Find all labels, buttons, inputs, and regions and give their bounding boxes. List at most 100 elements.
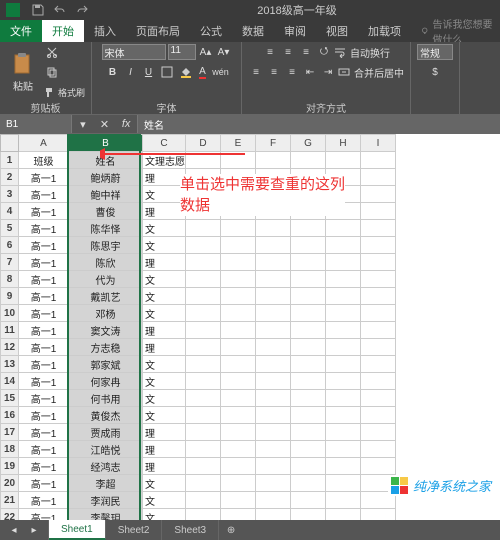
row-header[interactable]: 10	[1, 305, 19, 322]
border-button[interactable]	[159, 64, 175, 80]
cell[interactable]	[186, 407, 221, 424]
orientation-icon[interactable]: ⭯	[316, 44, 332, 60]
cell[interactable]	[326, 424, 361, 441]
cell[interactable]	[221, 169, 256, 186]
cell[interactable]	[186, 152, 221, 169]
cell[interactable]	[186, 237, 221, 254]
bold-button[interactable]: B	[105, 64, 121, 80]
cell[interactable]	[326, 305, 361, 322]
cell[interactable]: 邓杨	[69, 305, 143, 322]
cell[interactable]	[221, 203, 256, 220]
redo-icon[interactable]	[74, 2, 90, 18]
cell[interactable]: 何家冉	[69, 373, 143, 390]
cell[interactable]	[326, 373, 361, 390]
tab-data[interactable]: 数据	[232, 20, 274, 42]
cell[interactable]: 李馨玥	[69, 509, 143, 521]
cell[interactable]	[326, 288, 361, 305]
cell[interactable]	[361, 390, 396, 407]
col-header-B[interactable]: B	[69, 135, 143, 152]
align-middle-icon[interactable]: ≡	[280, 44, 296, 60]
tab-view[interactable]: 视图	[316, 20, 358, 42]
cell[interactable]	[326, 339, 361, 356]
cell[interactable]: 戴凯艺	[69, 288, 143, 305]
cell[interactable]: 文	[143, 288, 186, 305]
cell[interactable]: 郭家斌	[69, 356, 143, 373]
cell[interactable]: 李润民	[69, 492, 143, 509]
cell[interactable]	[221, 458, 256, 475]
row-header[interactable]: 19	[1, 458, 19, 475]
cell[interactable]	[326, 237, 361, 254]
cell[interactable]	[221, 254, 256, 271]
cell[interactable]	[221, 152, 256, 169]
cell[interactable]	[256, 424, 291, 441]
cell[interactable]	[221, 186, 256, 203]
cell[interactable]: 文	[143, 475, 186, 492]
col-header-C[interactable]: C	[143, 135, 186, 152]
cell[interactable]	[326, 271, 361, 288]
row-header[interactable]: 6	[1, 237, 19, 254]
sheet-tab-2[interactable]: Sheet2	[106, 520, 163, 540]
cell[interactable]: 理	[143, 424, 186, 441]
cell[interactable]	[221, 492, 256, 509]
col-header-F[interactable]: F	[256, 135, 291, 152]
cell[interactable]	[361, 424, 396, 441]
row-header[interactable]: 3	[1, 186, 19, 203]
cell[interactable]: 高一1	[19, 390, 69, 407]
cell[interactable]: 高一1	[19, 356, 69, 373]
cell[interactable]	[186, 220, 221, 237]
indent-left-icon[interactable]: ⇤	[302, 64, 318, 80]
indent-right-icon[interactable]: ⇥	[320, 64, 336, 80]
row-header[interactable]: 2	[1, 169, 19, 186]
cell[interactable]: 贾成雨	[69, 424, 143, 441]
cell[interactable]	[291, 509, 326, 521]
increase-font-icon[interactable]: A▴	[198, 44, 214, 60]
cell[interactable]	[186, 169, 221, 186]
cell[interactable]: 高一1	[19, 339, 69, 356]
tab-home[interactable]: 开始	[42, 20, 84, 42]
row-header[interactable]: 14	[1, 373, 19, 390]
cell[interactable]: 江皓悦	[69, 441, 143, 458]
cell[interactable]	[186, 288, 221, 305]
cell[interactable]	[291, 271, 326, 288]
cell[interactable]	[256, 169, 291, 186]
cell[interactable]	[361, 254, 396, 271]
wrap-text-button[interactable]: 自动换行	[334, 45, 390, 60]
cell[interactable]	[291, 424, 326, 441]
cell[interactable]: 高一1	[19, 441, 69, 458]
cell[interactable]: 理	[143, 322, 186, 339]
cell[interactable]	[361, 305, 396, 322]
col-header-G[interactable]: G	[291, 135, 326, 152]
cell[interactable]: 高一1	[19, 254, 69, 271]
cell[interactable]	[291, 441, 326, 458]
cell[interactable]	[256, 271, 291, 288]
cell[interactable]: 经鸿志	[69, 458, 143, 475]
cell[interactable]: 理	[143, 441, 186, 458]
cell[interactable]	[186, 356, 221, 373]
cell[interactable]	[361, 441, 396, 458]
col-header-D[interactable]: D	[186, 135, 221, 152]
cell[interactable]: 代为	[69, 271, 143, 288]
underline-button[interactable]: U	[141, 64, 157, 80]
format-painter-button[interactable]: 格式刷	[44, 84, 85, 100]
cell[interactable]	[291, 152, 326, 169]
cell[interactable]	[361, 339, 396, 356]
cell[interactable]	[326, 203, 361, 220]
cell[interactable]	[221, 220, 256, 237]
undo-icon[interactable]	[52, 2, 68, 18]
cell[interactable]	[291, 203, 326, 220]
cell[interactable]: 高一1	[19, 492, 69, 509]
cell[interactable]: 理	[143, 169, 186, 186]
italic-button[interactable]: I	[123, 64, 139, 80]
cell[interactable]	[186, 441, 221, 458]
cell[interactable]: 高一1	[19, 271, 69, 288]
cell[interactable]: 陈欣	[69, 254, 143, 271]
align-bottom-icon[interactable]: ≡	[298, 44, 314, 60]
cell[interactable]	[186, 492, 221, 509]
cell[interactable]	[186, 373, 221, 390]
currency-icon[interactable]: $	[427, 64, 443, 80]
row-header[interactable]: 21	[1, 492, 19, 509]
row-header[interactable]: 1	[1, 152, 19, 169]
cell[interactable]	[256, 407, 291, 424]
cell[interactable]: 文	[143, 305, 186, 322]
cell[interactable]	[361, 220, 396, 237]
